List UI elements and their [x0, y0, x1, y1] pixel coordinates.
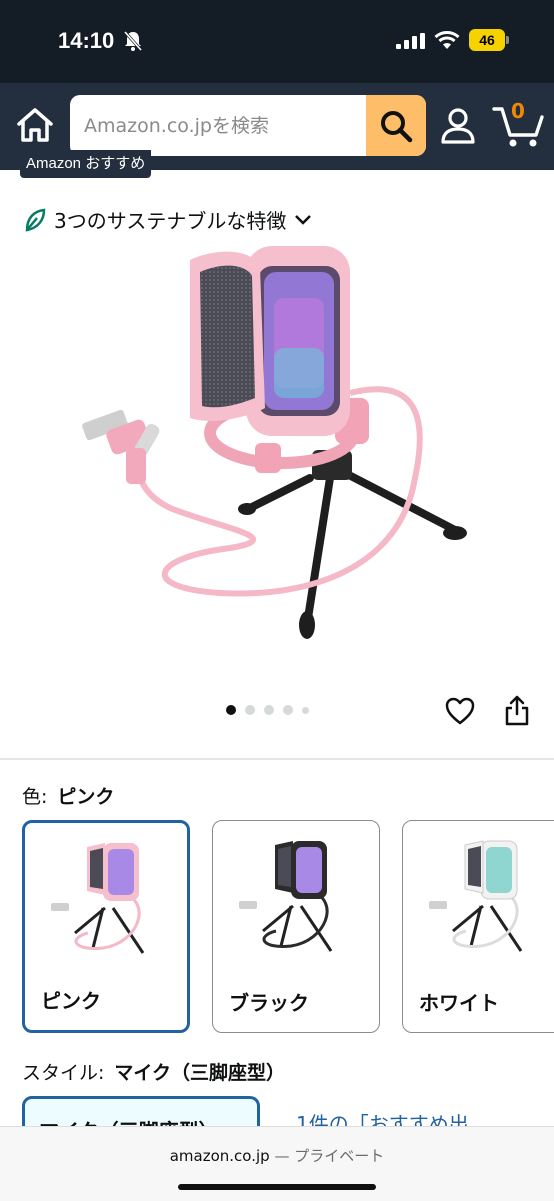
color-selected-value: ピンク: [57, 786, 115, 808]
color-label-text: 色:: [22, 786, 48, 808]
color-label: 色: ピンク: [22, 782, 114, 809]
search-input[interactable]: [70, 95, 388, 156]
amazon-choice-badge: Amazon おすすめ: [20, 150, 152, 178]
product-image[interactable]: [60, 238, 500, 658]
search-bar: [70, 95, 426, 156]
home-indicator: [178, 1184, 376, 1190]
cart-count: 0: [511, 99, 525, 123]
color-option-label: ホワイト: [419, 991, 499, 1015]
carousel-dot: [245, 705, 255, 715]
style-selected-value: マイク（三脚座型）: [114, 1062, 286, 1084]
url-separator: —: [274, 1147, 290, 1165]
private-mode-label: プライベート: [294, 1147, 385, 1165]
pink-mic-thumbnail: [51, 843, 145, 954]
wifi-icon: [434, 31, 460, 55]
home-icon[interactable]: [14, 104, 56, 146]
silent-bell-icon: [123, 30, 143, 56]
search-button[interactable]: [366, 95, 426, 156]
carousel-dot: [283, 705, 293, 715]
white-mic-thumbnail: [429, 840, 523, 952]
carousel-indicator: [226, 705, 309, 715]
heart-icon[interactable]: [445, 696, 475, 730]
color-option-white[interactable]: ホワイト: [402, 820, 554, 1033]
share-icon[interactable]: [504, 694, 530, 730]
sustainability-features[interactable]: 3つのサステナブルな特徴: [24, 205, 312, 234]
cellular-signal-icon: [396, 33, 426, 53]
style-label: スタイル: マイク（三脚座型）: [22, 1058, 285, 1085]
battery-cap: [506, 36, 509, 44]
black-mic-thumbnail: [239, 841, 333, 952]
battery-level: 46: [469, 29, 505, 51]
address-bar[interactable]: amazon.co.jp — プライベート: [0, 1145, 554, 1166]
color-option-label: ブラック: [229, 991, 309, 1015]
chevron-down-icon: [295, 214, 312, 225]
style-label-text: スタイル:: [22, 1062, 105, 1084]
divider: [0, 758, 554, 760]
status-bar: 14:10 46: [0, 0, 554, 83]
color-option-black[interactable]: ブラック: [212, 820, 380, 1033]
cart-icon[interactable]: 0: [492, 99, 544, 153]
sustainability-label: 3つのサステナブルな特徴: [54, 209, 287, 233]
carousel-dot: [302, 706, 309, 714]
carousel-dot-active: [226, 705, 236, 715]
account-icon[interactable]: [440, 107, 476, 149]
color-option-pink[interactable]: ピンク: [22, 820, 190, 1033]
browser-footer: amazon.co.jp — プライベート: [0, 1126, 554, 1201]
search-icon: [381, 110, 413, 142]
carousel-dot: [264, 705, 274, 715]
color-option-label: ピンク: [41, 989, 101, 1013]
clock: 14:10: [58, 28, 115, 53]
url-text: amazon.co.jp: [169, 1147, 270, 1165]
leaf-icon: [25, 208, 46, 231]
